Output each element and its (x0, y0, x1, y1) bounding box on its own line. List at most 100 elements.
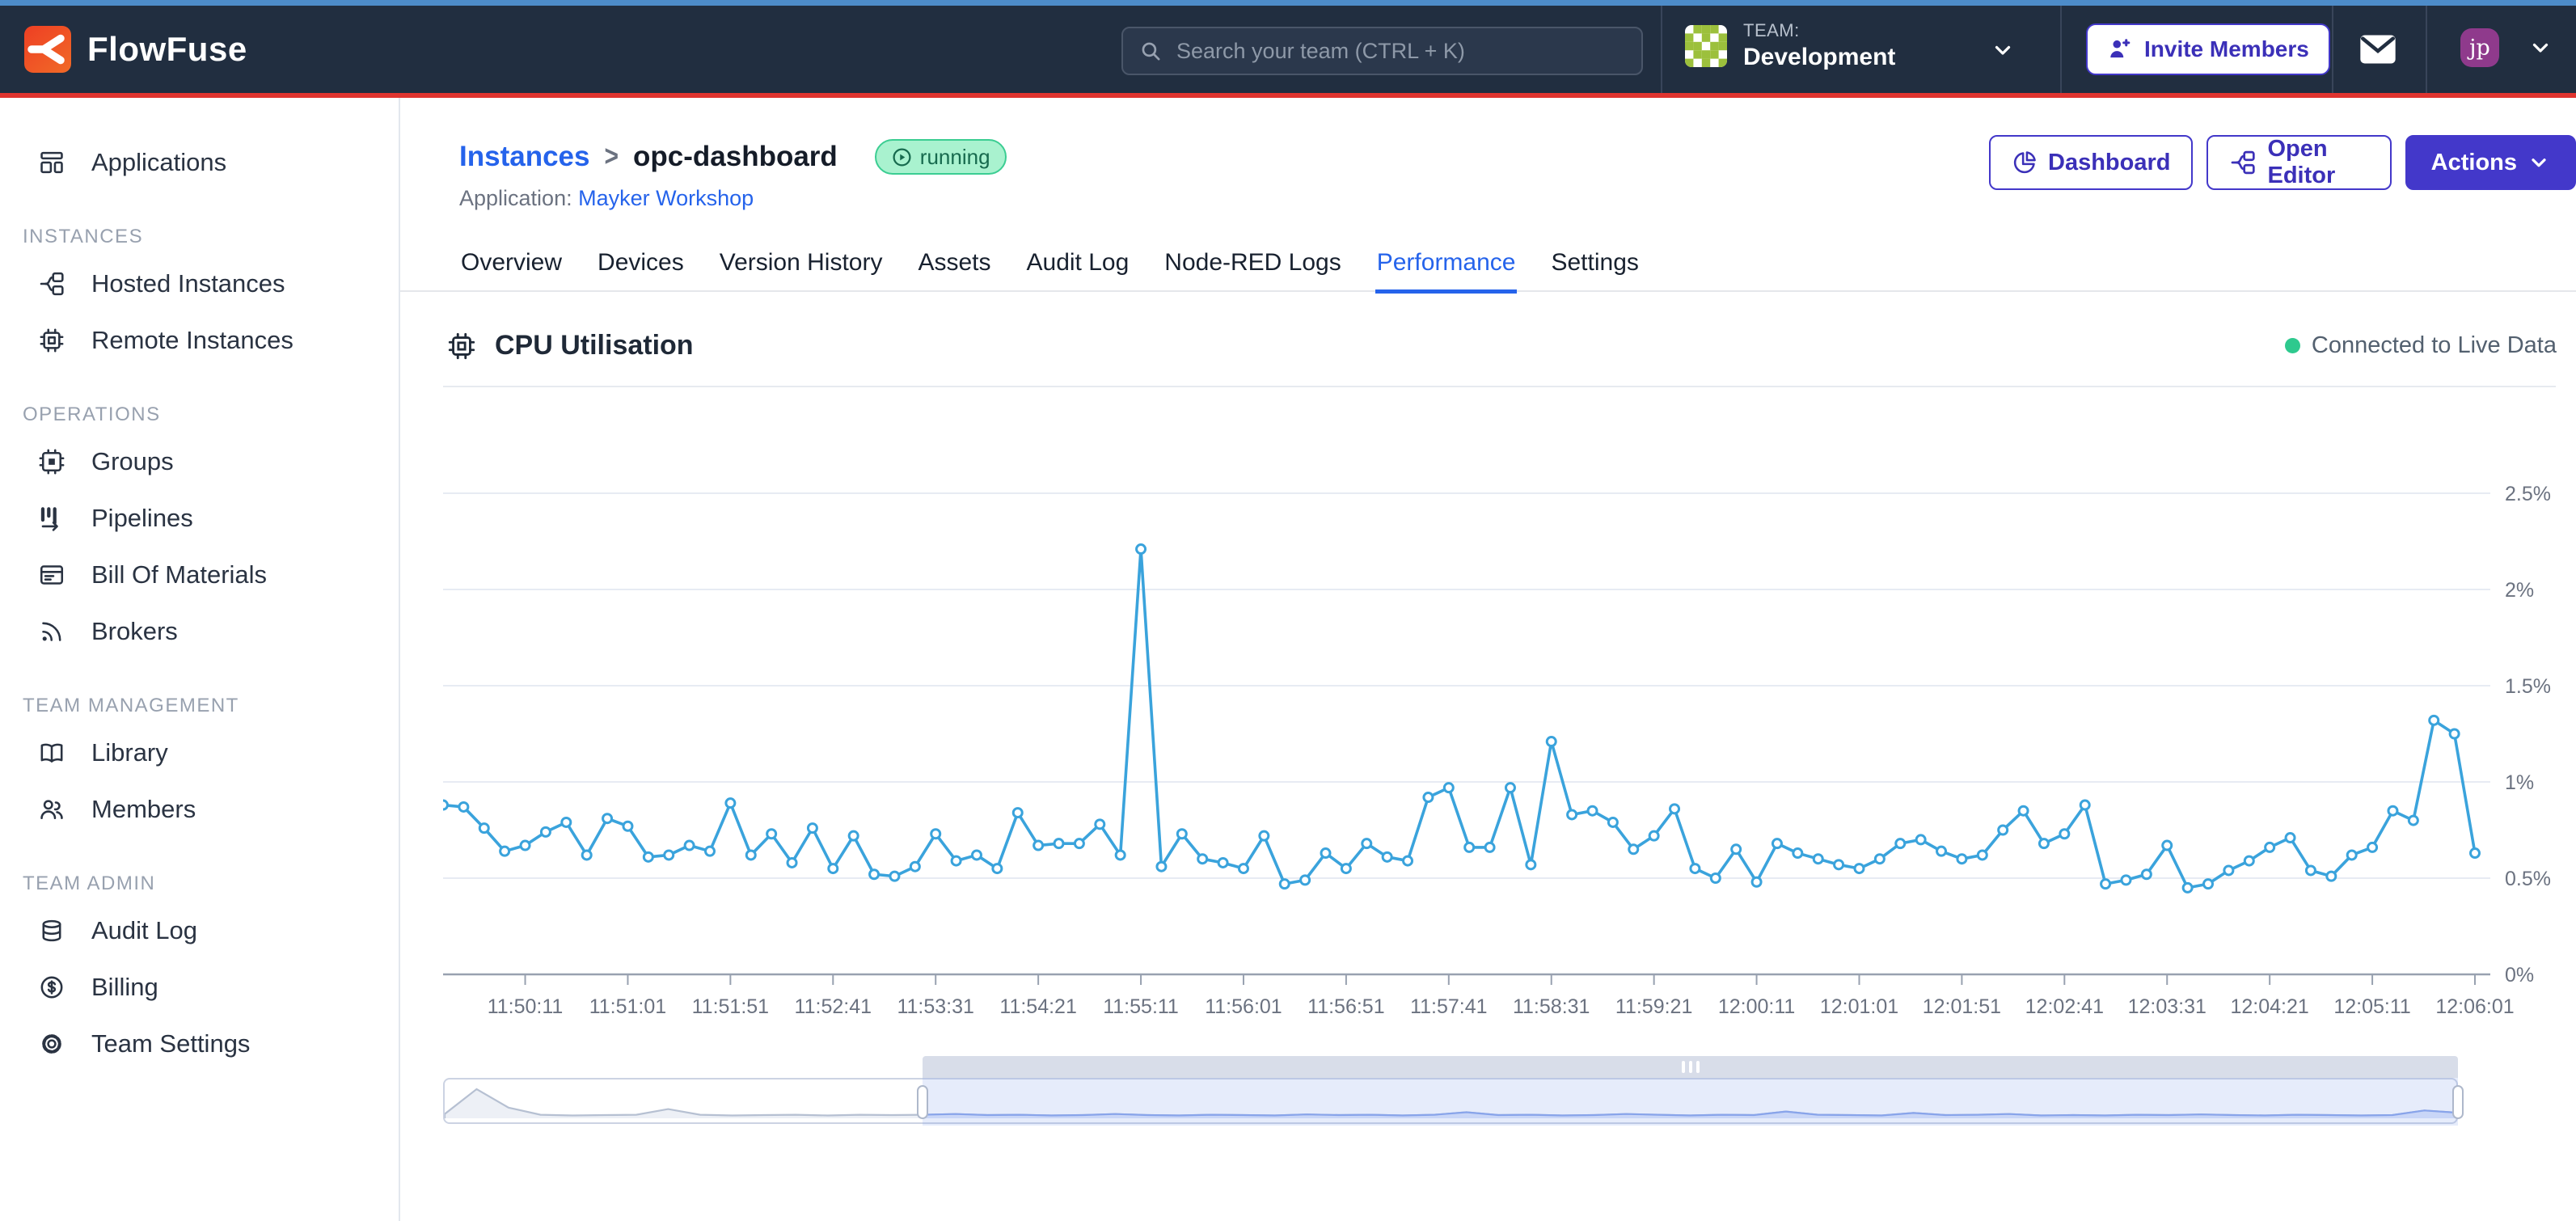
notifications-mail-icon[interactable] (2358, 32, 2398, 67)
sidebar-item-label: Audit Log (91, 916, 197, 945)
groups-icon (38, 448, 65, 475)
sidebar-item-audit-log[interactable]: Audit Log (0, 902, 399, 959)
team-chevron-down-icon[interactable] (1991, 38, 2015, 62)
tab-version-history[interactable]: Version History (718, 244, 885, 294)
sidebar-item-hosted-instances[interactable]: Hosted Instances (0, 256, 399, 312)
team-label: TEAM: (1743, 20, 1895, 41)
invite-members-label: Invite Members (2144, 36, 2309, 62)
svg-text:11:50:11: 11:50:11 (488, 995, 564, 1018)
application-link[interactable]: Mayker Workshop (578, 186, 754, 210)
bill-of-materials-icon (38, 561, 65, 589)
team-settings-icon (38, 1030, 65, 1058)
sidebar-item-groups[interactable]: Groups (0, 433, 399, 490)
svg-text:1.5%: 1.5% (2505, 675, 2551, 698)
cpu-utilisation-chart: 0%0.5%1%1.5%2%2.5%11:50:1111:51:0111:51:… (402, 388, 2576, 1043)
tab-settings[interactable]: Settings (1549, 244, 1640, 294)
svg-text:11:57:41: 11:57:41 (1410, 995, 1487, 1018)
breadcrumb-instances-link[interactable]: Instances (459, 141, 589, 173)
svg-text:11:56:01: 11:56:01 (1205, 995, 1282, 1018)
team-avatar (1685, 25, 1727, 67)
sidebar-item-brokers[interactable]: Brokers (0, 603, 399, 660)
svg-text:11:59:21: 11:59:21 (1615, 995, 1692, 1018)
chart-panel-header: CPU Utilisation Connected to Live Data (446, 330, 2557, 361)
header-actions: Dashboard Open Editor Actions (1989, 135, 2576, 190)
sidebar-item-label: Team Settings (91, 1029, 250, 1058)
sidebar-item-label: Remote Instances (91, 326, 293, 355)
hosted-instances-icon (38, 270, 65, 298)
open-editor-button-label: Open Editor (2267, 136, 2368, 189)
chart-title-group: CPU Utilisation (446, 330, 694, 361)
sidebar-item-label: Pipelines (91, 504, 193, 533)
brush-handle-right[interactable] (2452, 1085, 2464, 1119)
actions-button[interactable]: Actions (2405, 135, 2576, 190)
sidebar: Applications INSTANCES Hosted Instances Rem… (0, 98, 400, 1221)
sidebar-section-team-admin: TEAM ADMIN (0, 865, 399, 902)
sidebar-item-remote-instances[interactable]: Remote Instances (0, 312, 399, 369)
svg-text:0%: 0% (2505, 964, 2534, 987)
svg-text:11:58:31: 11:58:31 (1513, 995, 1590, 1018)
tab-performance[interactable]: Performance (1375, 244, 1518, 294)
grip-bar-icon (1682, 1061, 1685, 1073)
svg-text:12:00:11: 12:00:11 (1718, 995, 1795, 1018)
sidebar-item-billing[interactable]: Billing (0, 959, 399, 1016)
sidebar-item-label: Bill Of Materials (91, 560, 267, 589)
remote-instances-icon (38, 327, 65, 354)
members-icon (38, 796, 65, 823)
user-avatar: jp (2460, 28, 2499, 67)
dashboard-button[interactable]: Dashboard (1989, 135, 2193, 190)
search-icon (1138, 38, 1163, 64)
audit-log-icon (38, 917, 65, 944)
svg-text:11:52:41: 11:52:41 (795, 995, 872, 1018)
tab-devices[interactable]: Devices (596, 244, 686, 294)
chart-header-divider (443, 386, 2556, 387)
user-menu[interactable]: jp (2460, 28, 2553, 67)
svg-text:12:03:31: 12:03:31 (2128, 995, 2206, 1018)
brush-grip[interactable] (923, 1056, 2458, 1078)
flowfuse-logo-icon (24, 26, 71, 73)
svg-text:12:01:51: 12:01:51 (1923, 995, 2001, 1018)
sidebar-item-pipelines[interactable]: Pipelines (0, 490, 399, 547)
svg-text:0.5%: 0.5% (2505, 868, 2551, 890)
team-selector[interactable]: TEAM: Development (1685, 20, 1895, 71)
brush-selection[interactable] (923, 1056, 2458, 1126)
team-search[interactable] (1121, 27, 1643, 75)
svg-text:12:02:41: 12:02:41 (2025, 995, 2104, 1018)
tab-overview[interactable]: Overview (459, 244, 564, 294)
tab-audit-log[interactable]: Audit Log (1025, 244, 1131, 294)
sidebar-item-bill-of-materials[interactable]: Bill Of Materials (0, 547, 399, 603)
tab-assets[interactable]: Assets (916, 244, 992, 294)
status-badge: running (875, 139, 1007, 175)
sidebar-item-label: Library (91, 738, 168, 767)
node-red-fork-icon (2229, 149, 2257, 176)
tab-node-red-logs[interactable]: Node-RED Logs (1163, 244, 1342, 294)
nav-divider (2332, 6, 2333, 93)
nav-divider (1661, 6, 1662, 93)
live-status-label: Connected to Live Data (2312, 332, 2557, 359)
brand[interactable]: FlowFuse (24, 26, 247, 73)
svg-text:11:51:51: 11:51:51 (692, 995, 769, 1018)
sidebar-item-library[interactable]: Library (0, 725, 399, 781)
brush-handle-left[interactable] (917, 1085, 928, 1119)
svg-text:11:54:21: 11:54:21 (999, 995, 1076, 1018)
cpu-chip-icon (446, 331, 477, 361)
sidebar-item-label: Hosted Instances (91, 269, 285, 298)
tab-bar: Overview Devices Version History Assets Audi… (459, 244, 1641, 294)
sidebar-section-instances: INSTANCES (0, 218, 399, 256)
sidebar-item-members[interactable]: Members (0, 781, 399, 838)
sidebar-item-applications[interactable]: Applications (0, 134, 399, 191)
grip-bar-icon (1696, 1061, 1700, 1073)
brush-mini-chart-selected (923, 1079, 2456, 1122)
library-icon (38, 739, 65, 767)
svg-text:11:53:31: 11:53:31 (897, 995, 973, 1018)
sidebar-item-team-settings[interactable]: Team Settings (0, 1016, 399, 1072)
svg-text:2%: 2% (2505, 579, 2534, 602)
page: FlowFuse (0, 0, 2576, 1221)
svg-text:11:55:11: 11:55:11 (1103, 995, 1179, 1018)
svg-text:2.5%: 2.5% (2505, 483, 2551, 505)
open-editor-button[interactable]: Open Editor (2206, 135, 2391, 190)
user-chevron-down-icon (2528, 36, 2553, 60)
status-badge-label: running (920, 145, 990, 170)
grip-bar-icon (1689, 1061, 1692, 1073)
search-input[interactable] (1175, 38, 1627, 65)
invite-members-button[interactable]: Invite Members (2086, 23, 2330, 75)
